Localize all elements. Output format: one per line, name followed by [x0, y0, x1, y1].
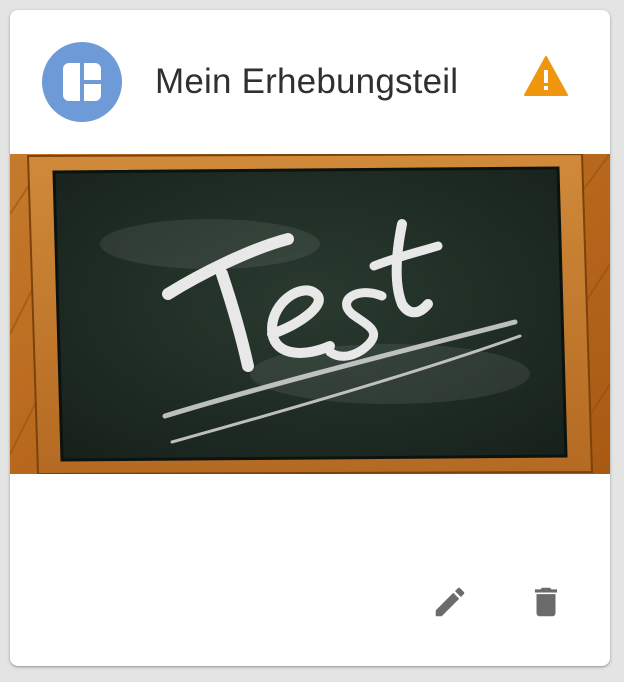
card-header: Mein Erhebungsteil [10, 10, 610, 154]
avatar [42, 42, 122, 122]
edit-button[interactable] [426, 578, 474, 626]
card-title: Mein Erhebungsteil [155, 62, 459, 101]
card-actions [10, 570, 610, 634]
survey-part-card: Mein Erhebungsteil [10, 10, 610, 666]
trash-icon [534, 587, 558, 617]
warning-icon [524, 56, 568, 96]
pencil-icon [435, 587, 465, 617]
delete-button[interactable] [522, 578, 570, 626]
card-media-image [10, 154, 610, 474]
dashboard-layout-icon [63, 63, 101, 101]
chalkboard-image [10, 154, 610, 474]
